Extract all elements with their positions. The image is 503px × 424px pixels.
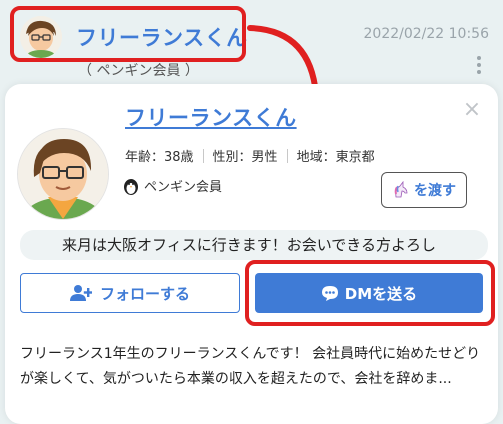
add-user-icon bbox=[69, 285, 92, 301]
annotation-highlight-dm-button bbox=[245, 260, 495, 326]
profile-user-name[interactable]: フリーランスくん bbox=[125, 102, 297, 132]
follow-button-label: フォローする bbox=[99, 284, 190, 303]
give-unicorn-button[interactable]: を渡す bbox=[381, 172, 467, 208]
background-member-badge: （ ペンギン会員 ） bbox=[78, 63, 199, 79]
more-icon[interactable] bbox=[477, 56, 481, 77]
avatar[interactable] bbox=[17, 128, 109, 220]
divider bbox=[202, 148, 204, 163]
penguin-icon bbox=[124, 178, 138, 195]
divider bbox=[286, 148, 288, 163]
background-post-date: 2022/02/22 10:56 bbox=[363, 26, 490, 42]
annotation-highlight-username bbox=[10, 6, 246, 62]
profile-age: 年齢：38歳 bbox=[125, 150, 194, 165]
give-button-label: を渡す bbox=[414, 183, 456, 199]
member-type-label: ペンギン会員 bbox=[144, 180, 223, 195]
profile-bio: フリーランス1年生のフリーランスくんです！ 会社員時代に始めたせどりが楽しくて、… bbox=[20, 346, 481, 387]
profile-gender: 性別：男性 bbox=[212, 150, 278, 165]
follow-button[interactable]: フォローする bbox=[20, 273, 240, 313]
status-message: 来月は大阪オフィスに行きます！お会いできる方よろし bbox=[20, 230, 488, 260]
close-icon[interactable]: × bbox=[462, 99, 482, 121]
profile-meta: 年齢：38歳 性別：男性 地域：東京都 bbox=[125, 146, 375, 165]
member-badge: ペンギン会員 bbox=[122, 176, 222, 195]
profile-region: 地域：東京都 bbox=[296, 150, 375, 165]
profile-popup: × フリーランスくん 年齢：38歳 性別：男性 地域：東京都 ペンギン会員 を渡… bbox=[5, 84, 498, 424]
unicorn-icon bbox=[394, 181, 408, 198]
